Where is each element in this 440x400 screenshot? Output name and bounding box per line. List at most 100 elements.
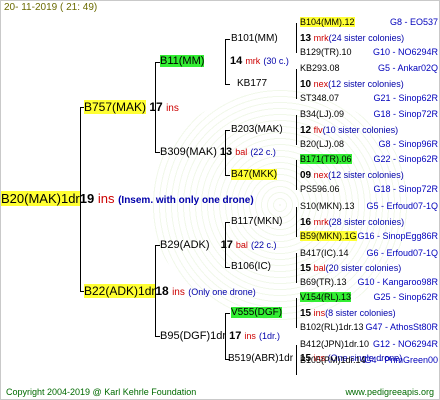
gen4-label: B102(RL)1dr.13: [300, 322, 364, 332]
gen4-label: PS596.06: [300, 184, 340, 194]
gen4-info: 09 nex(12 sister colonies): [300, 170, 404, 181]
connector: [225, 267, 230, 268]
gen4-code: G10 - NO6294R: [372, 47, 438, 57]
gen4-label: B34(LJ).09: [300, 109, 345, 119]
gen2-num: 17: [229, 330, 242, 342]
gen4-note: (12 sister colonies): [328, 79, 404, 89]
connector: [225, 313, 230, 314]
gen4-label: S10(MKN).13: [300, 201, 355, 211]
gen4-ins: flv: [313, 125, 323, 135]
gen4-code: G12 - NO6294R: [372, 339, 438, 349]
gen2-queen[interactable]: B95(DGF)1dr 17 ins (1dr.): [160, 330, 280, 342]
gen4-num: 09: [300, 170, 312, 181]
gen3-queen[interactable]: B117(MKN): [231, 216, 283, 227]
gen1-queen[interactable]: B757(MAK) 17 ins: [84, 100, 179, 114]
gen2-queen[interactable]: B309(MAK) 13 bal (22 c.): [160, 146, 276, 158]
gen3-queen[interactable]: V555(DGF): [231, 307, 283, 318]
gen1-ins: ins: [172, 287, 185, 298]
gen3-queen[interactable]: B47(MKK): [231, 169, 278, 180]
gen4-info: 15 bal(20 sister colonies): [300, 263, 401, 274]
gen4-code: G22 - Sinop62R: [373, 154, 438, 164]
gen4-ins: nex: [313, 79, 329, 89]
connector: [296, 298, 297, 328]
gen1-queen[interactable]: B22(ADK)1dr18 ins (Only one drone): [84, 284, 256, 298]
gen2-note: (22 c.): [250, 147, 276, 157]
gen4-label: B412(JPN)1dr.10: [300, 339, 370, 349]
gen4-note: (8 sister colonies): [325, 308, 396, 318]
gen1-note: (Only one drone): [188, 287, 256, 297]
gen4-note: (24 sister colonies): [328, 33, 405, 43]
gen4-num: 12: [300, 125, 312, 136]
gen4-info: 15 ins(8 sister colonies): [300, 308, 396, 319]
root-queen[interactable]: B20(MAK)1dr19 ins (Insem. with only one …: [1, 191, 254, 206]
gen3-queen[interactable]: B101(MM): [231, 33, 278, 44]
connector: [296, 69, 297, 99]
gen4-ins: bal: [313, 263, 326, 273]
gen4-code: G16 - SinopEgg86R: [357, 231, 438, 241]
gen4-ins: nex: [313, 170, 329, 180]
gen2-note: (1dr.): [258, 331, 280, 341]
connector: [296, 23, 297, 53]
gen3-label: B519(ABR)1dr: [228, 353, 294, 364]
gen4-code: G8 - Sinop96R: [378, 139, 438, 149]
gen2-ins: ins: [244, 331, 256, 341]
gen4-label: KB293.08: [300, 63, 340, 73]
gen2-label: B11(MM): [160, 55, 205, 67]
gen1-label: B22(ADK)1dr: [84, 284, 156, 298]
gen2-label: B29(ADK): [160, 239, 210, 251]
gen4-info: 12 flv(10 sister colonies): [300, 125, 398, 136]
gen4-code: G25 - Sinop62R: [373, 292, 438, 302]
gen3-queen[interactable]: B106(IC): [231, 261, 271, 272]
gen3-label: B47(MKK): [231, 169, 278, 180]
gen2-note: (30 c.): [263, 56, 289, 66]
gen2-queen[interactable]: B11(MM): [160, 55, 205, 67]
gen2-num: 17: [220, 239, 233, 251]
gen4-info: 16 mrk(28 sister colonies): [300, 217, 404, 228]
gen4-ins: mrk: [313, 33, 329, 43]
gen2-ins: bal: [235, 147, 248, 157]
gen4-code: G4 - PrimGreen00: [364, 355, 438, 365]
gen2-label: B95(DGF)1dr: [160, 330, 227, 342]
gen4-label: B129(TR).10: [300, 47, 352, 57]
gen4-note: (10 sister colonies): [322, 125, 399, 135]
gen4-label: B171(TR).06: [300, 154, 352, 164]
connector: [225, 39, 230, 40]
connector: [225, 175, 230, 176]
gen2-queen[interactable]: B29(ADK) 17 bal (22 c.): [160, 239, 277, 251]
gen3-queen[interactable]: B519(ABR)1dr: [228, 353, 293, 364]
gen1-label: B757(MAK): [84, 100, 147, 114]
gen3-queen[interactable]: B203(MAK): [231, 124, 283, 135]
gen4-num: 15: [300, 308, 312, 319]
gen4-code: G21 - Sinop62R: [373, 93, 438, 103]
gen4-info: 10 nex(12 sister colonies): [300, 79, 404, 90]
gen4-code: G5 - Ankar02Q: [377, 63, 438, 73]
gen4-label: B69(TR).13: [300, 277, 347, 287]
root-ins: ins: [97, 191, 115, 206]
site-link[interactable]: www.pedigreeapis.org: [345, 387, 434, 397]
gen4-code: G18 - Sinop72R: [373, 184, 438, 194]
connector: [225, 84, 230, 85]
gen1-ins: ins: [166, 103, 179, 114]
connector: [296, 115, 297, 145]
connector: [296, 207, 297, 237]
gen4-code: G5 - Erfoud07-1Q: [366, 201, 438, 211]
connector: [225, 222, 230, 223]
gen4-code: G8 - EO537: [389, 17, 438, 27]
gen4-code: G10 - Kangaroo98R: [357, 277, 438, 287]
connector: [225, 130, 230, 131]
gen2-ins: bal: [235, 240, 248, 250]
gen4-label: B59(MKN).1G: [300, 231, 357, 241]
root-num: 19: [79, 191, 95, 206]
gen4-code: G6 - Erfoud07-1Q: [366, 248, 438, 258]
gen4-note: (20 sister colonies): [325, 263, 402, 273]
copyright: Copyright 2004-2019 @ Karl Kehrle Founda…: [6, 387, 197, 397]
gen4-num: 16: [300, 217, 312, 228]
gen4-code: G47 - AthosSt80R: [365, 322, 438, 332]
gen4-note: (12 sister colonies): [328, 170, 404, 180]
gen3-queen[interactable]: KB177: [237, 78, 267, 89]
timestamp: 20- 11-2019 ( 21: 49): [4, 2, 98, 13]
connector: [225, 39, 226, 85]
gen4-num: 10: [300, 79, 312, 90]
gen2-num: 14: [230, 55, 243, 67]
root-note: (Insem. with only one drone): [118, 195, 254, 206]
